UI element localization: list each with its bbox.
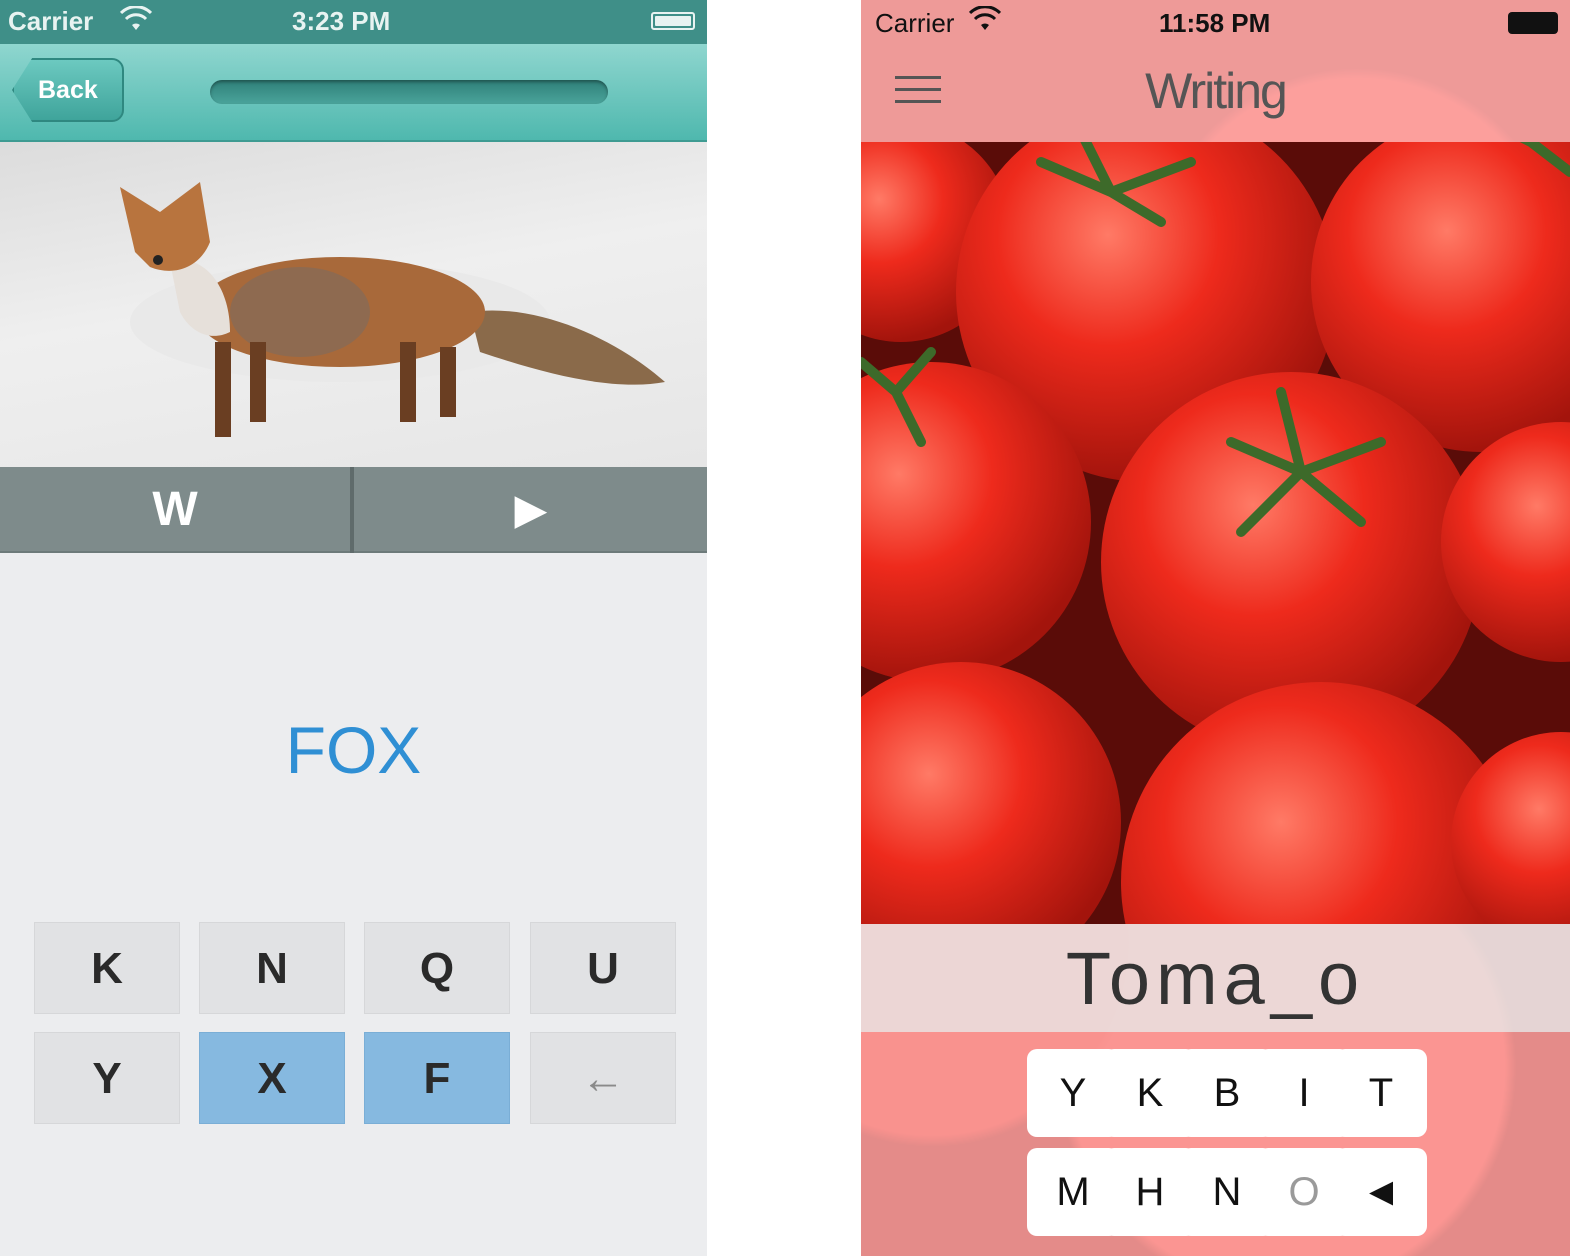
partial-word: Toma_o [1065, 937, 1366, 1020]
toolbar: W ▶ [0, 467, 707, 553]
tomatoes-photo [861, 102, 1570, 1082]
backspace-arrow-icon[interactable]: ← [530, 1032, 676, 1124]
play-icon[interactable]: ▶ [354, 467, 707, 553]
key-y[interactable]: Y [34, 1032, 180, 1124]
carrier-label: Carrier [875, 8, 955, 38]
fox-photo [0, 142, 707, 467]
right-phone-screen: Carrier 11:58 PM Writing Toma_o Y K B I … [861, 0, 1570, 1256]
screenshot-stage: Carrier 3:23 PM Back W ▶ FOX K N Q U Y X… [0, 0, 1570, 1256]
w-button[interactable]: W [0, 467, 350, 553]
status-time: 11:58 PM [1159, 8, 1271, 38]
navigation-bar: Back [0, 44, 707, 142]
battery-icon [1508, 12, 1558, 34]
key-t[interactable]: T [1335, 1049, 1427, 1137]
key-x[interactable]: X [199, 1032, 345, 1124]
answer-word: FOX [285, 713, 422, 787]
key-q[interactable]: Q [364, 922, 510, 1014]
backspace-arrow-icon[interactable]: ◄ [1335, 1148, 1427, 1236]
key-f[interactable]: F [364, 1032, 510, 1124]
page-title: Writing [1145, 63, 1288, 119]
status-time: 3:23 PM [292, 6, 391, 36]
key-u[interactable]: U [530, 922, 676, 1014]
key-k[interactable]: K [34, 922, 180, 1014]
progress-bar [210, 80, 608, 104]
wifi-icon [968, 5, 1002, 39]
wifi-icon [119, 5, 153, 39]
carrier-label: Carrier [8, 6, 94, 36]
status-bar: Carrier 3:23 PM [0, 0, 707, 44]
back-button[interactable]: Back [12, 58, 124, 122]
battery-icon [651, 12, 695, 30]
left-phone-screen: Carrier 3:23 PM Back W ▶ FOX K N Q U Y X… [0, 0, 707, 1256]
key-n[interactable]: N [199, 922, 345, 1014]
status-bar: Carrier 11:58 PM [861, 0, 1570, 44]
